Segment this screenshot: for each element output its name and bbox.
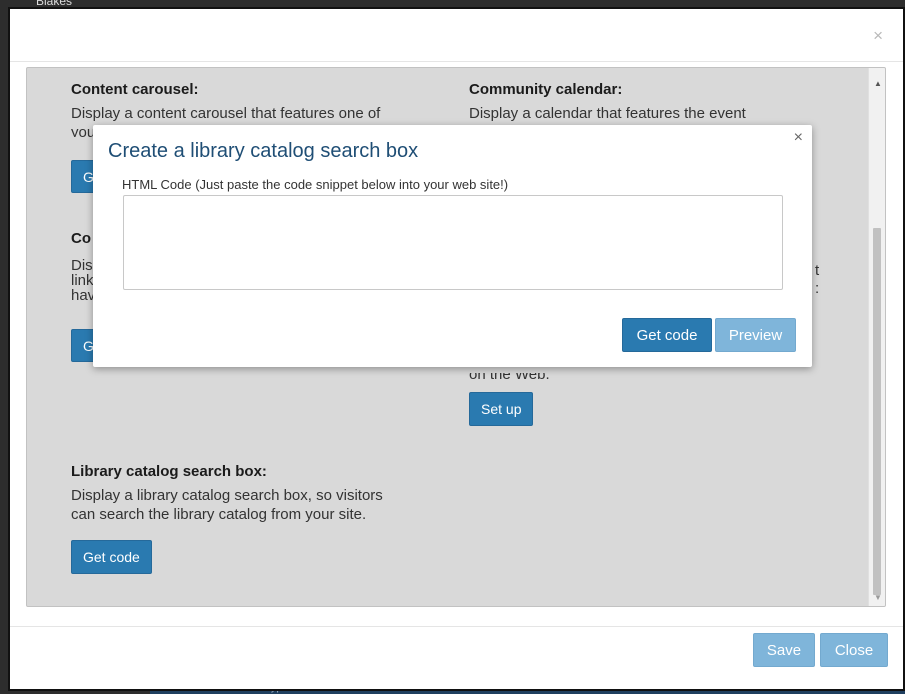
panel-scrollbar[interactable]: ▲ ▼	[868, 68, 885, 606]
library-catalog-get-code-button[interactable]: Get code	[71, 540, 152, 574]
widget-description-fragment: t	[815, 262, 820, 279]
get-code-button[interactable]: Get code	[622, 318, 712, 352]
outer-modal-close-icon[interactable]: ×	[873, 27, 883, 45]
dialog-title: Create a library catalog search box	[108, 140, 419, 162]
widget-community-calendar: Community calendar: Display a calendar t…	[469, 81, 849, 123]
modal-footer-divider	[10, 626, 903, 627]
modal-header-divider	[10, 61, 903, 62]
widget-description-line: Display a content carousel that features…	[71, 105, 381, 122]
widget-title: Content carousel:	[71, 81, 199, 98]
catalog-search-box-dialog: Create a library catalog search box × HT…	[93, 125, 812, 367]
widget-description-tail-text: on the Web.	[469, 373, 550, 383]
widget-description-line: can search the library catalog from your…	[71, 506, 367, 523]
html-code-textarea[interactable]	[123, 195, 783, 290]
widget-title: Community calendar:	[469, 81, 623, 98]
close-button[interactable]: Close	[820, 633, 888, 667]
widget-description-line: Display a calendar that features the eve…	[469, 105, 746, 122]
scroll-down-arrow-icon[interactable]: ▼	[874, 594, 882, 602]
scrollbar-thumb[interactable]	[873, 228, 881, 595]
widget-description-line: Display a library catalog search box, so…	[71, 487, 383, 504]
html-code-label: HTML Code (Just paste the code snippet b…	[122, 177, 509, 192]
widget-description-tail: on the Web.	[469, 373, 550, 385]
widget-library-catalog: Library catalog search box: Display a li…	[71, 463, 451, 524]
set-up-button[interactable]: Set up	[469, 392, 534, 426]
widget-title: Library catalog search box:	[71, 463, 267, 480]
widget-description-fragment: :	[815, 280, 820, 297]
save-button[interactable]: Save	[753, 633, 815, 667]
scroll-up-arrow-icon[interactable]: ▲	[874, 80, 882, 88]
dialog-close-icon[interactable]: ×	[794, 129, 803, 147]
preview-button[interactable]: Preview	[715, 318, 796, 352]
